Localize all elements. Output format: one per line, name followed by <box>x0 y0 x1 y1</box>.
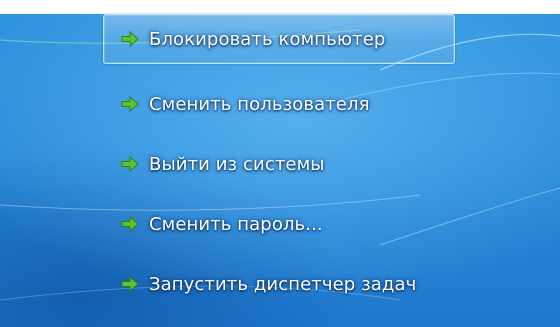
green-arrow-icon <box>120 94 140 114</box>
lock-computer-option[interactable]: Блокировать компьютер <box>103 14 455 64</box>
lock-computer-label: Блокировать компьютер <box>149 28 386 50</box>
green-arrow-icon <box>120 214 140 234</box>
green-arrow-icon <box>120 154 140 174</box>
security-options-screen: Блокировать компьютер Сменить пользовате… <box>0 0 560 327</box>
switch-user-option[interactable]: Сменить пользователя <box>103 74 463 134</box>
start-task-manager-option[interactable]: Запустить диспетчер задач <box>103 254 463 314</box>
log-off-option[interactable]: Выйти из системы <box>103 134 463 194</box>
green-arrow-icon <box>120 29 140 49</box>
green-arrow-icon <box>120 274 140 294</box>
start-task-manager-label: Запустить диспетчер задач <box>149 273 417 295</box>
security-options-menu: Блокировать компьютер Сменить пользовате… <box>103 14 463 314</box>
change-password-option[interactable]: Сменить пароль... <box>103 194 463 254</box>
change-password-label: Сменить пароль... <box>149 213 323 235</box>
log-off-label: Выйти из системы <box>149 153 325 175</box>
switch-user-label: Сменить пользователя <box>149 93 370 115</box>
